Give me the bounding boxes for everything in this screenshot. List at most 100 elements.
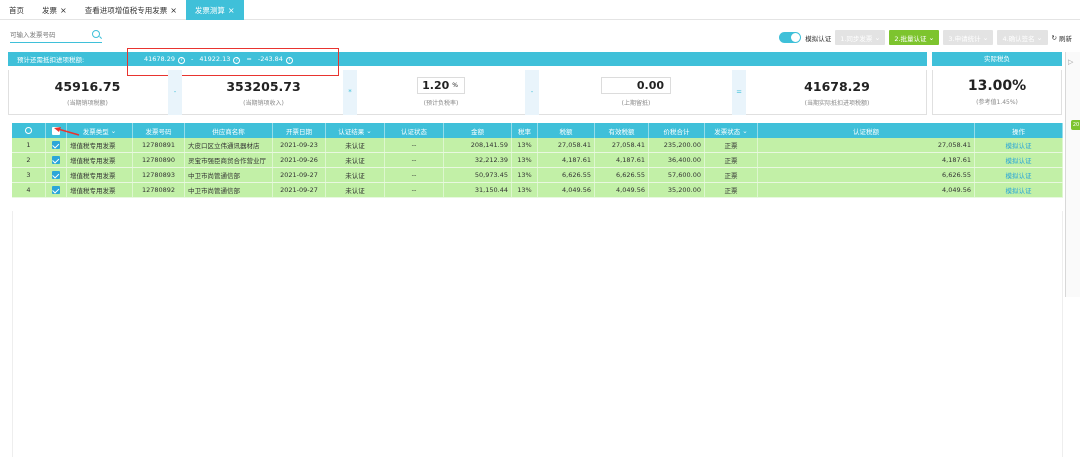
metric-label: (当期实际抵扣进项税额): [804, 100, 870, 107]
cell-amount: 208,141.59: [444, 138, 512, 152]
rate-input[interactable]: 1.20%: [417, 77, 465, 94]
row-checkbox[interactable]: [46, 138, 67, 152]
side-panel: ▷ 20: [1065, 52, 1080, 297]
cell-valid-tax: 4,049.56: [595, 183, 649, 197]
metric-label: (参考值1.45%): [976, 99, 1018, 106]
batch-certify-button[interactable]: 2.批量认证 ⌄: [889, 30, 940, 45]
cell-type: 增值税专用发票: [67, 168, 133, 182]
action-simulate-certify[interactable]: 模拟认证: [975, 183, 1063, 197]
cell-cert-status: --: [385, 183, 444, 197]
metric-actual-deduction: 41678.29 (当期实际抵扣进项税额): [747, 70, 927, 115]
header-rate: 税率: [512, 123, 538, 138]
search-icon[interactable]: [92, 30, 100, 38]
cell-type: 增值税专用发票: [67, 138, 133, 152]
apply-stats-button[interactable]: 3.申请统计 ⌄: [943, 30, 994, 45]
metric-value: 13.00%: [967, 78, 1027, 94]
action-simulate-certify[interactable]: 模拟认证: [975, 153, 1063, 167]
metric-label: (当期销项税额): [67, 100, 108, 107]
row-checkbox[interactable]: [46, 168, 67, 182]
gear-icon: [25, 127, 32, 134]
cell-cert-result: 未认证: [326, 153, 385, 167]
metric-expected-rate: 1.20% (预计负税率): [359, 70, 523, 115]
cell-valid-tax: 6,626.55: [595, 168, 649, 182]
cell-amount: 31,150.44: [444, 183, 512, 197]
row-index: 4: [12, 183, 46, 197]
close-icon[interactable]: ×: [228, 1, 235, 20]
table-empty-area: [12, 211, 1063, 457]
chevron-down-icon: ⌄: [1036, 33, 1043, 42]
row-checkbox[interactable]: [46, 153, 67, 167]
table-row[interactable]: 3 增值税专用发票 12780893 中卫市尚管通信部 2021-09-27 未认证 -- 5…: [12, 168, 1063, 183]
search-box: [10, 30, 102, 43]
cell-cert-result: 未认证: [326, 168, 385, 182]
close-icon[interactable]: ×: [60, 1, 67, 20]
metrics-panel: 45916.75 (当期销项税额) - 353205.73 (当期销项收入) *…: [8, 70, 927, 115]
table-header: 发票类型 ⌄ 发票号码 供应商名称 开票日期 认证结果 ⌄ 认证状态 金额 税率…: [12, 123, 1063, 138]
metric-prior-credit: 0.00 (上期留抵): [541, 70, 731, 115]
refresh-icon: ↻: [1051, 33, 1057, 42]
header-invoice-status[interactable]: 发票状态 ⌄: [705, 123, 758, 138]
table-row[interactable]: 1 增值税专用发票 12780891 大皮口区立伟通讯器材店 2021-09-23 未认证…: [12, 138, 1063, 153]
metric-actual-tax-rate: 13.00% (参考值1.45%): [932, 70, 1062, 115]
header-cert-result[interactable]: 认证结果 ⌄: [326, 123, 385, 138]
operator: -: [525, 70, 539, 115]
refresh-button[interactable]: ↻ 刷新: [1052, 33, 1072, 43]
cell-cert-tax: 27,058.41: [758, 138, 975, 152]
cell-supplier: 中卫市尚管通信部: [185, 168, 273, 182]
cell-invoice-status: 正票: [705, 138, 758, 152]
simulate-toggle[interactable]: [779, 32, 802, 43]
header-supplier: 供应商名称: [185, 123, 273, 138]
search-input[interactable]: [10, 31, 90, 39]
table-row[interactable]: 4 增值税专用发票 12780892 中卫市尚管通信部 2021-09-27 未认证 -- 3…: [12, 183, 1063, 198]
tab-bar: 首页 发票 × 查看进项增值税专用发票 × 发票测算 ×: [0, 0, 1080, 20]
cell-rate: 13%: [512, 138, 538, 152]
cell-date: 2021-09-27: [273, 183, 326, 197]
cell-number: 12780891: [133, 138, 185, 152]
cell-total: 36,400.00: [649, 153, 705, 167]
close-icon[interactable]: ×: [170, 1, 177, 20]
cell-cert-status: --: [385, 168, 444, 182]
cell-total: 235,200.00: [649, 138, 705, 152]
sync-invoice-button[interactable]: 1.同步发票 ⌄: [835, 30, 886, 45]
actual-tax-header: 实际税负: [932, 52, 1062, 66]
tab-invoice-calc[interactable]: 发票测算 ×: [185, 0, 244, 20]
action-simulate-certify[interactable]: 模拟认证: [975, 138, 1063, 152]
invoice-table: 发票类型 ⌄ 发票号码 供应商名称 开票日期 认证结果 ⌄ 认证状态 金额 税率…: [12, 123, 1063, 198]
cell-tax: 27,058.41: [538, 138, 595, 152]
table-row[interactable]: 2 增值税专用发票 12780890 灵宝市强臣商贸合作营业厅 2021-09-26 未认…: [12, 153, 1063, 168]
chevron-right-icon[interactable]: ▷: [1068, 58, 1080, 66]
column-settings[interactable]: [12, 123, 46, 138]
row-checkbox[interactable]: [46, 183, 67, 197]
button-label: 3.申请统计: [948, 34, 981, 43]
header-total: 价税合计: [649, 123, 705, 138]
tab-home[interactable]: 首页: [0, 0, 33, 20]
header-cert-tax: 认证税额: [758, 123, 975, 138]
header-amount: 金额: [444, 123, 512, 138]
tab-label: 发票测算: [194, 5, 225, 15]
row-index: 2: [12, 153, 46, 167]
metric-output-tax: 45916.75 (当期销项税额): [9, 70, 166, 115]
operator: -: [168, 70, 182, 115]
chevron-down-icon: ⌄: [928, 33, 935, 42]
metric-label: (上期留抵): [621, 100, 651, 107]
tab-invoice[interactable]: 发票 ×: [33, 0, 76, 20]
confirm-sign-button[interactable]: 4.确认签名 ⌄: [997, 30, 1048, 45]
cell-supplier: 灵宝市强臣商贸合作营业厅: [185, 153, 273, 167]
prior-credit-input[interactable]: 0.00: [601, 77, 671, 94]
cell-supplier: 大皮口区立伟通讯器材店: [185, 138, 273, 152]
tab-view-input-vat[interactable]: 查看进项增值税专用发票 ×: [76, 0, 186, 20]
cell-number: 12780892: [133, 183, 185, 197]
cell-date: 2021-09-23: [273, 138, 326, 152]
cell-amount: 50,973.45: [444, 168, 512, 182]
cell-supplier: 中卫市尚管通信部: [185, 183, 273, 197]
cell-invoice-status: 正票: [705, 168, 758, 182]
side-badge[interactable]: 20: [1071, 120, 1080, 130]
checkbox-checked-icon: [52, 186, 60, 194]
tab-label: 首页: [9, 5, 24, 15]
checkbox-checked-icon: [52, 141, 60, 149]
cell-cert-tax: 4,049.56: [758, 183, 975, 197]
cell-invoice-status: 正票: [705, 183, 758, 197]
metric-value: 353205.73: [226, 79, 301, 94]
action-simulate-certify[interactable]: 模拟认证: [975, 168, 1063, 182]
cell-tax: 4,187.61: [538, 153, 595, 167]
